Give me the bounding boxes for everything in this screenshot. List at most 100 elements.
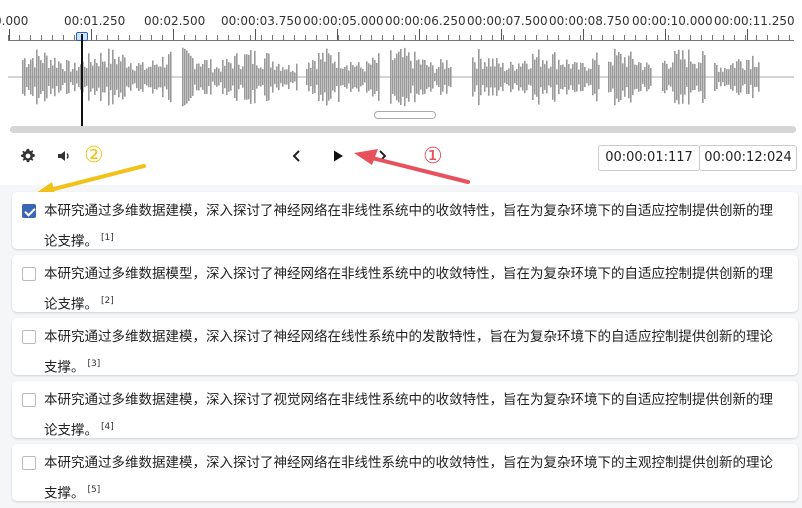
chevron-right-icon[interactable]: [372, 146, 392, 166]
waveform-bar: [492, 58, 494, 96]
waveform-bar: [160, 66, 162, 88]
list-item[interactable]: 本研究通过多维数据建模，深入探讨了神经网络在非线性系统中的收敛特性，旨在为复杂环…: [12, 444, 798, 502]
waveform-bar: [682, 50, 684, 104]
waveform-bar: [696, 68, 698, 86]
waveform-bar: [76, 70, 78, 84]
waveform-bar: [678, 49, 680, 105]
play-icon[interactable]: [328, 146, 348, 166]
waveform-bar: [198, 63, 200, 91]
option-sentence: 本研究通过多维数据建模，深入探讨了神经网络在线性系统中的发散特性，旨在为复杂环境…: [44, 329, 773, 376]
panel-resize-handle[interactable]: [374, 111, 436, 119]
waveform-bar: [156, 64, 158, 90]
waveform-bar: [98, 66, 100, 88]
waveform-bar: [94, 59, 96, 95]
gear-icon[interactable]: [18, 146, 38, 166]
waveform-bar: [520, 66, 522, 88]
list-item[interactable]: 本研究通过多维数据建模，深入探讨了神经网络在线性系统中的发散特性，旨在为复杂环境…: [12, 318, 798, 376]
option-checkbox[interactable]: [22, 267, 36, 281]
list-item[interactable]: 本研究通过多维数据模型，深入探讨了神经网络在非线性系统中的收敛特性，旨在为复杂环…: [12, 255, 798, 313]
speaker-icon[interactable]: [54, 146, 74, 166]
waveform-bar: [572, 64, 574, 90]
waveform-bar: [132, 69, 134, 85]
waveform-bar: [272, 61, 274, 93]
waveform[interactable]: [0, 44, 802, 110]
annotation-marker-1: ①: [423, 144, 443, 169]
waveform-bar: [144, 69, 146, 85]
timeline-ruler[interactable]: 0.000 00:01.250 00:02.500 00:00:03.750 0…: [0, 0, 802, 44]
tick-label: 00:00:03.750: [221, 14, 302, 28]
waveform-bar: [538, 49, 540, 105]
waveform-bar: [482, 68, 484, 86]
waveform-bar: [746, 59, 748, 95]
waveform-bar: [752, 55, 754, 99]
waveform-bar: [142, 62, 144, 92]
waveform-bar: [92, 65, 94, 89]
waveform-bar: [70, 71, 72, 83]
playhead[interactable]: [81, 34, 83, 126]
waveform-bar: [666, 63, 668, 91]
waveform-bar: [46, 55, 48, 99]
option-checkbox[interactable]: [22, 393, 36, 407]
option-checkbox[interactable]: [22, 456, 36, 470]
list-item[interactable]: 本研究通过多维数据建模，深入探讨了神经网络在非线性系统中的收敛特性，旨在为复杂环…: [12, 192, 798, 250]
waveform-bar: [220, 71, 222, 83]
waveform-bar: [436, 68, 438, 86]
waveform-bar: [704, 55, 706, 99]
option-text: 本研究通过多维数据建模，深入探讨了神经网络在线性系统中的发散特性，旨在为复杂环境…: [44, 324, 779, 382]
tick-label: 00:00:06.250: [385, 14, 466, 28]
waveform-bar: [286, 69, 288, 85]
waveform-bar: [130, 63, 132, 91]
tick-label: 0.000: [0, 14, 29, 28]
waveform-bar: [270, 67, 272, 87]
option-checkbox[interactable]: [22, 330, 36, 344]
horizontal-scrollbar[interactable]: [10, 126, 796, 133]
waveform-bar: [496, 58, 498, 96]
waveform-bar: [358, 62, 360, 92]
chevron-left-icon[interactable]: [287, 146, 307, 166]
waveform-bar: [40, 60, 42, 94]
waveform-bar: [34, 67, 36, 87]
waveform-bar: [490, 66, 492, 88]
waveform-bar: [116, 64, 118, 90]
scrollbar-thumb[interactable]: [10, 126, 796, 133]
waveform-bar: [170, 51, 172, 103]
waveform-bar: [650, 68, 652, 86]
waveform-bar: [264, 58, 266, 96]
waveform-bar: [494, 66, 496, 88]
waveform-bar: [214, 68, 216, 86]
list-item[interactable]: 本研究通过多维数据建模，深入探讨了视觉网络在非线性系统中的收敛特性，旨在为复杂环…: [12, 381, 798, 439]
waveform-bar: [324, 61, 326, 93]
waveform-bar: [430, 62, 432, 92]
waveform-bar: [528, 69, 530, 85]
waveform-bar: [580, 62, 582, 92]
waveform-bar: [620, 53, 622, 101]
waveform-bar: [352, 65, 354, 89]
waveform-bar: [368, 63, 370, 91]
waveform-bar: [212, 72, 214, 82]
waveform-bar: [584, 66, 586, 88]
waveform-bar: [296, 63, 298, 91]
waveform-bar: [420, 64, 422, 90]
waveform-bar: [670, 67, 672, 87]
waveform-bar: [438, 66, 440, 88]
waveform-bar: [350, 61, 352, 93]
waveform-bar: [248, 54, 250, 100]
waveform-bar: [192, 58, 194, 96]
waveform-bar: [262, 68, 264, 86]
major-tick: [173, 29, 174, 40]
tick-label: 00:00:10.000: [632, 14, 713, 28]
waveform-bar: [560, 65, 562, 89]
waveform-bar: [226, 58, 228, 96]
waveform-bar: [138, 63, 140, 91]
waveform-bar: [140, 64, 142, 90]
waveform-bar: [312, 60, 314, 94]
option-checkbox[interactable]: [22, 204, 36, 218]
waveform-bar: [542, 60, 544, 94]
waveform-bar: [376, 62, 378, 92]
waveform-bar: [590, 69, 592, 85]
waveform-bar: [742, 68, 744, 86]
waveform-bar: [78, 66, 80, 88]
waveform-bar: [106, 67, 108, 87]
waveform-bar: [500, 67, 502, 87]
waveform-bar: [146, 68, 148, 86]
